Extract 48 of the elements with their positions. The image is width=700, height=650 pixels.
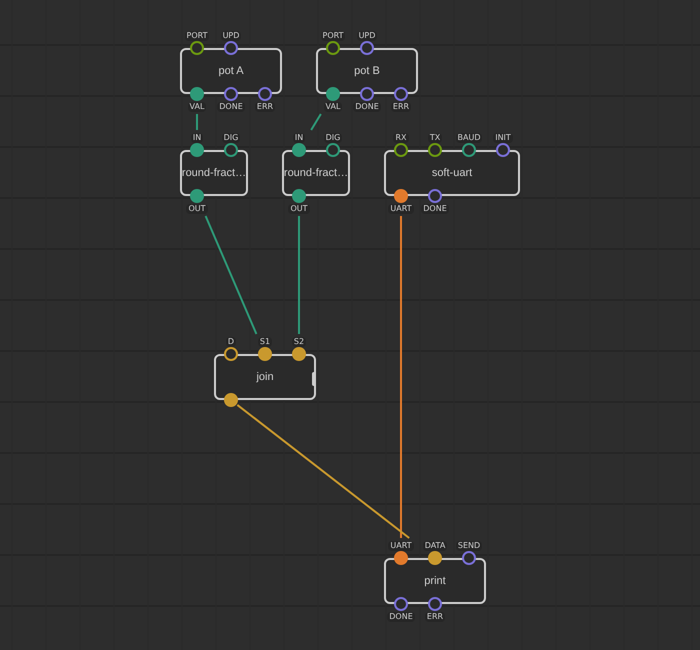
pin-label: DONE <box>421 204 449 214</box>
variadic-handle[interactable] <box>312 372 316 386</box>
link-wire[interactable] <box>236 404 410 539</box>
node-title: round-fract… <box>284 166 348 181</box>
link-wire[interactable] <box>310 113 322 131</box>
node-box[interactable]: join <box>214 354 316 400</box>
node-title: round-fract… <box>182 166 246 181</box>
node-box[interactable]: pot B <box>316 48 418 94</box>
pin-label: SEND <box>456 541 482 551</box>
pin-label: RX <box>393 133 409 143</box>
pin-label: ERR <box>254 102 276 112</box>
link-wire[interactable] <box>204 216 258 334</box>
pin-label: DONE <box>387 612 415 622</box>
pin-label: IN <box>292 133 306 143</box>
pin-label: DIG <box>222 133 240 143</box>
pin-label: BAUD <box>456 133 482 143</box>
pin-label: UART <box>388 204 414 214</box>
node-title: print <box>424 574 446 589</box>
node-title: soft-uart <box>432 166 472 181</box>
pin-label: DATA <box>422 541 448 551</box>
pin-label: S2 <box>292 337 306 347</box>
node-box[interactable]: soft-uart <box>384 150 520 196</box>
pin-label: TX <box>428 133 442 143</box>
pin-label: PORT <box>184 31 210 41</box>
pin-label: DONE <box>217 102 245 112</box>
node-box[interactable]: pot A <box>180 48 282 94</box>
node-box[interactable]: round-fract… <box>180 150 248 196</box>
pin-label: OUT <box>288 204 310 214</box>
pin-label: UPD <box>356 31 378 41</box>
pin-label: ERR <box>424 612 446 622</box>
pin-label: PORT <box>320 31 346 41</box>
node-title: pot A <box>218 64 244 79</box>
pin-label: UART <box>388 541 414 551</box>
pin-label: INIT <box>493 133 513 143</box>
pin-label: VAL <box>324 102 342 112</box>
node-title: pot B <box>354 64 380 79</box>
pin-label: DONE <box>353 102 381 112</box>
pin-label: UPD <box>220 31 242 41</box>
pin-label: D <box>226 337 236 347</box>
pin-label: VAL <box>188 102 206 112</box>
pin-label: S1 <box>258 337 272 347</box>
node-title: join <box>256 370 274 385</box>
node-box[interactable]: round-fract… <box>282 150 350 196</box>
pin-label: IN <box>190 133 204 143</box>
node-box[interactable]: print <box>384 558 486 604</box>
pin-label: OUT <box>186 204 208 214</box>
pin-label: DIG <box>324 133 342 143</box>
pin-label: ERR <box>390 102 412 112</box>
